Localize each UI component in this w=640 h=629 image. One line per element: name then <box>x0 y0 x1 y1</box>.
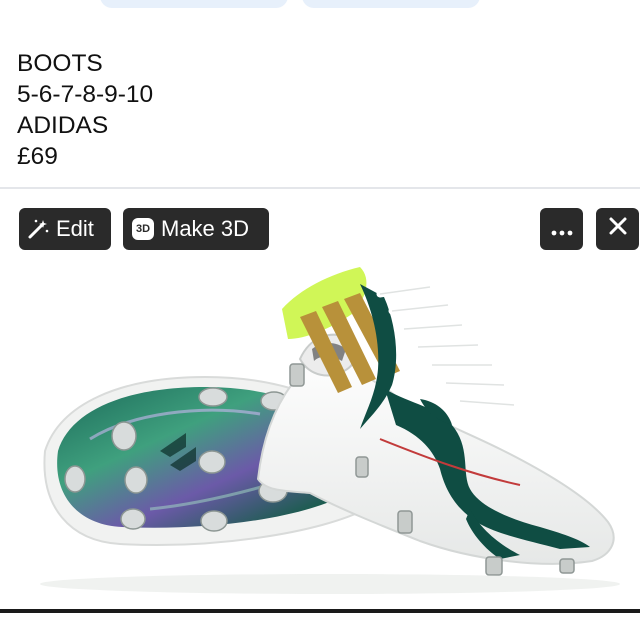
bottom-area <box>0 613 640 629</box>
close-button[interactable] <box>596 208 639 250</box>
product-photo[interactable] <box>0 189 640 609</box>
top-action-chip-right[interactable] <box>302 0 480 8</box>
more-options-button[interactable] <box>540 208 583 250</box>
more-horizontal-icon <box>551 216 573 242</box>
edit-button[interactable]: Edit <box>19 208 111 250</box>
top-action-chip-left[interactable] <box>100 0 288 8</box>
post-line-price: £69 <box>17 143 58 170</box>
make-3d-button[interactable]: 3D Make 3D <box>123 208 269 250</box>
boots-image <box>40 267 620 594</box>
3d-badge: 3D <box>132 218 154 240</box>
edit-label: Edit <box>56 216 94 241</box>
close-icon <box>608 216 628 242</box>
3d-badge-icon: 3D <box>132 218 154 240</box>
post-line-brand: ADIDAS <box>17 112 109 139</box>
post-text: BOOTS 5-6-7-8-9-10 ADIDAS £69 <box>17 48 153 172</box>
post-line-sizes: 5-6-7-8-9-10 <box>17 81 154 108</box>
make-3d-label: Make 3D <box>161 216 250 241</box>
magic-wand-icon <box>27 218 49 240</box>
post-line-title: BOOTS <box>17 50 103 77</box>
